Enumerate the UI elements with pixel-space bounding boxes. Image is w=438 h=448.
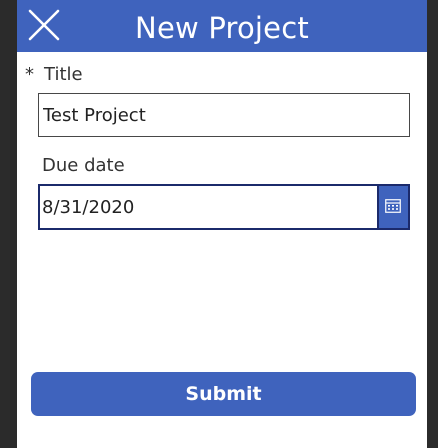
due-date-label: Due date — [42, 155, 125, 176]
calendar-icon — [385, 199, 401, 213]
app-frame: New Project * Title Due date — [0, 0, 438, 448]
submit-button[interactable]: Submit — [31, 372, 416, 416]
due-date-picker — [38, 184, 410, 230]
title-label-row: * Title — [25, 64, 83, 86]
title-input[interactable] — [38, 93, 410, 137]
header-bar: New Project — [17, 0, 427, 52]
required-marker: * — [25, 64, 34, 85]
title-label: Title — [44, 64, 83, 85]
app-screen: New Project * Title Due date — [17, 0, 427, 448]
calendar-button[interactable] — [377, 186, 408, 228]
page-title: New Project — [135, 11, 309, 45]
due-date-input[interactable] — [40, 186, 378, 228]
